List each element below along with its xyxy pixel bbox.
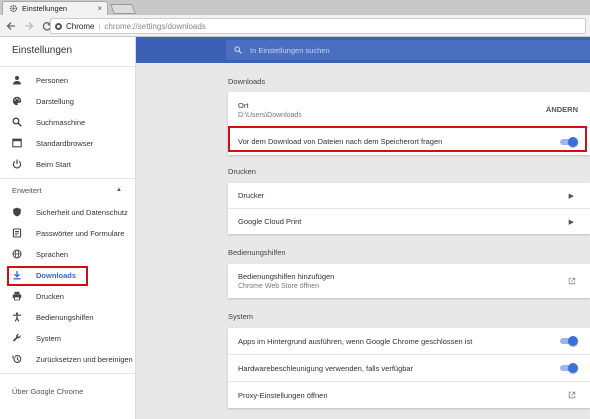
accessibility-card: Bedienungshilfen hinzufügen Chrome Web S… bbox=[228, 264, 590, 298]
sidebar-item-label: Beim Start bbox=[36, 159, 72, 169]
section-title-drucken: Drucken bbox=[228, 167, 256, 176]
chevron-up-icon[interactable]: ▲ bbox=[116, 187, 122, 193]
arrow-right-icon bbox=[25, 21, 34, 30]
system-card: Apps im Hintergrund ausführen, wenn Goog… bbox=[228, 328, 590, 408]
settings-sidebar: Einstellungen Personen Darstellung Suchm… bbox=[0, 37, 136, 419]
back-button[interactable] bbox=[4, 19, 18, 33]
sidebar-item-system[interactable]: System bbox=[0, 328, 136, 348]
sidebar-divider bbox=[0, 178, 136, 179]
sidebar-about-link[interactable]: Über Google Chrome bbox=[12, 387, 83, 396]
settings-search-input[interactable]: In Einstellungen suchen bbox=[226, 40, 590, 60]
printing-card: Drucker ▶ Google Cloud Print ▶ bbox=[228, 183, 590, 234]
external-link-icon bbox=[568, 277, 576, 285]
add-accessibility-label: Bedienungshilfen hinzufügen bbox=[238, 272, 335, 281]
tab-settings[interactable]: Einstellungen × bbox=[2, 1, 108, 15]
location-value: D:\Users\Downloads bbox=[238, 112, 302, 119]
search-placeholder: In Einstellungen suchen bbox=[250, 45, 330, 55]
sidebar-item-label: Passwörter und Formulare bbox=[36, 228, 125, 238]
hw-accel-label: Hardwarebeschleunigung verwenden, falls … bbox=[238, 363, 414, 373]
printer-icon bbox=[12, 291, 22, 301]
new-tab-button[interactable] bbox=[110, 4, 136, 14]
section-title-system: System bbox=[228, 312, 254, 321]
sidebar-advanced-toggle[interactable]: Erweitert bbox=[12, 186, 42, 195]
sidebar-divider bbox=[0, 373, 136, 374]
downloads-highlight-box bbox=[7, 266, 88, 286]
url-scheme-label: Chrome bbox=[66, 21, 95, 31]
ask-location-highlight-box bbox=[228, 126, 587, 152]
tab-close-icon[interactable]: × bbox=[97, 4, 102, 13]
browser-icon bbox=[12, 138, 22, 148]
sidebar-item-sprachen[interactable]: Sprachen bbox=[0, 244, 136, 264]
toggle-knob bbox=[568, 336, 578, 346]
sidebar-item-label: Darstellung bbox=[36, 96, 74, 106]
chevron-right-icon: ▶ bbox=[568, 218, 574, 226]
sidebar-item-label: Bedienungshilfen bbox=[36, 312, 94, 322]
sidebar-item-label: Sprachen bbox=[36, 249, 69, 259]
sidebar-item-standardbrowser[interactable]: Standardbrowser bbox=[0, 133, 136, 153]
sidebar-item-label: Personen bbox=[36, 75, 69, 85]
proxy-label: Proxy-Einstellungen öffnen bbox=[238, 390, 328, 400]
restore-icon bbox=[12, 355, 22, 363]
sidebar-item-bedienungshilfen[interactable]: Bedienungshilfen bbox=[0, 307, 136, 327]
tab-strip: Einstellungen × bbox=[0, 0, 590, 15]
power-icon bbox=[12, 159, 22, 169]
sidebar-divider bbox=[0, 66, 136, 67]
hw-accel-row[interactable]: Hardwarebeschleunigung verwenden, falls … bbox=[228, 355, 590, 381]
search-icon bbox=[234, 46, 242, 54]
proxy-row[interactable]: Proxy-Einstellungen öffnen bbox=[228, 382, 590, 408]
location-label: Ort bbox=[238, 101, 249, 110]
shield-icon bbox=[13, 207, 21, 217]
sidebar-item-darstellung[interactable]: Darstellung bbox=[0, 91, 136, 111]
url-text: chrome://settings/downloads bbox=[104, 21, 206, 31]
gear-icon bbox=[9, 4, 18, 13]
cloud-print-row[interactable]: Google Cloud Print ▶ bbox=[228, 209, 590, 234]
person-icon bbox=[13, 76, 21, 85]
background-apps-row[interactable]: Apps im Hintergrund ausführen, wenn Goog… bbox=[228, 328, 590, 354]
url-separator: | bbox=[98, 21, 101, 31]
sidebar-item-personen[interactable]: Personen bbox=[0, 70, 136, 90]
change-location-button[interactable]: ÄNDERN bbox=[546, 105, 578, 114]
browser-toolbar: Chrome | chrome://settings/downloads bbox=[0, 15, 590, 37]
address-bar[interactable]: Chrome | chrome://settings/downloads bbox=[50, 18, 586, 34]
add-accessibility-sub: Chrome Web Store öffnen bbox=[238, 283, 320, 290]
tab-title: Einstellungen bbox=[22, 4, 68, 13]
printer-row[interactable]: Drucker ▶ bbox=[228, 183, 590, 208]
sidebar-item-label: Zurücksetzen und bereinigen bbox=[36, 354, 133, 364]
sidebar-item-sicherheit[interactable]: Sicherheit und Datenschutz bbox=[0, 202, 136, 222]
section-title-downloads: Downloads bbox=[228, 77, 266, 86]
arrow-left-icon bbox=[6, 21, 15, 30]
chrome-icon bbox=[55, 22, 62, 30]
sidebar-item-label: Sicherheit und Datenschutz bbox=[36, 207, 128, 217]
sidebar-item-label: Standardbrowser bbox=[36, 138, 94, 148]
background-apps-label: Apps im Hintergrund ausführen, wenn Goog… bbox=[238, 336, 473, 346]
external-link-icon bbox=[568, 391, 576, 399]
wrench-icon bbox=[12, 333, 21, 342]
globe-icon bbox=[12, 249, 22, 259]
add-accessibility-row[interactable]: Bedienungshilfen hinzufügen Chrome Web S… bbox=[228, 264, 590, 298]
sidebar-item-beim-start[interactable]: Beim Start bbox=[0, 154, 136, 174]
search-icon bbox=[12, 117, 22, 127]
hw-accel-toggle[interactable] bbox=[560, 363, 578, 373]
cloud-print-label: Google Cloud Print bbox=[238, 217, 302, 226]
section-title-bedienungshilfen: Bedienungshilfen bbox=[228, 248, 286, 257]
sidebar-item-drucken[interactable]: Drucken bbox=[0, 286, 136, 306]
accessibility-icon bbox=[13, 312, 21, 322]
settings-header-bar: In Einstellungen suchen bbox=[136, 37, 590, 63]
palette-icon bbox=[12, 96, 22, 106]
toggle-knob bbox=[568, 363, 578, 373]
key-icon bbox=[12, 228, 22, 238]
sidebar-item-label: Suchmaschine bbox=[36, 117, 86, 127]
sidebar-item-zuruecksetzen[interactable]: Zurücksetzen und bereinigen bbox=[0, 349, 136, 369]
background-apps-toggle[interactable] bbox=[560, 336, 578, 346]
download-location-row: Ort D:\Users\Downloads ÄNDERN bbox=[228, 92, 590, 127]
chevron-right-icon: ▶ bbox=[568, 192, 574, 200]
sidebar-title: Einstellungen bbox=[12, 45, 73, 56]
sidebar-item-suchmaschine[interactable]: Suchmaschine bbox=[0, 112, 136, 132]
printer-label: Drucker bbox=[238, 191, 265, 200]
sidebar-item-passwoerter[interactable]: Passwörter und Formulare bbox=[0, 223, 136, 243]
settings-main: In Einstellungen suchen Downloads Ort D:… bbox=[136, 37, 590, 419]
forward-button[interactable] bbox=[22, 19, 36, 33]
sidebar-item-label: Drucken bbox=[36, 291, 64, 301]
sidebar-item-label: System bbox=[36, 333, 62, 343]
